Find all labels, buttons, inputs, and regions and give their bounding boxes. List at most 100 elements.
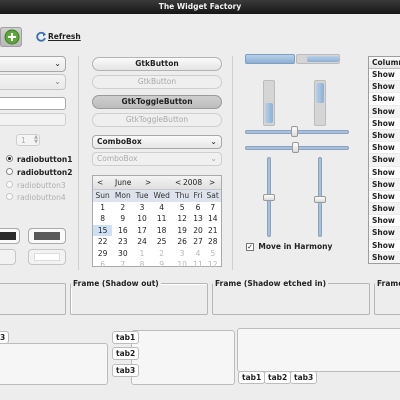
calendar-day[interactable]: 10	[173, 259, 192, 271]
calendar-day[interactable]: 13	[192, 213, 205, 225]
calendar-day[interactable]: 19	[173, 225, 192, 237]
calendar-day[interactable]: 3	[133, 202, 150, 214]
calendar-day[interactable]: 11	[151, 213, 173, 225]
tab-label: tab1	[242, 373, 262, 382]
calendar-day[interactable]: 23	[112, 236, 133, 248]
combo-entry[interactable]: ⌄	[0, 56, 66, 72]
calendar-day[interactable]: 2	[112, 202, 133, 214]
tab-3-left[interactable]: 3	[0, 331, 10, 344]
tab-1-right[interactable]: tab1	[238, 371, 266, 384]
color-button-2[interactable]	[28, 228, 66, 244]
prev-month-button[interactable]: <	[97, 178, 103, 187]
calendar-day[interactable]: 21	[204, 225, 221, 237]
hscale-2-knob[interactable]	[292, 142, 299, 153]
calendar-day[interactable]: 25	[151, 236, 173, 248]
tab-1-middle[interactable]: tab1	[112, 331, 140, 344]
calendar-day[interactable]: 8	[133, 259, 150, 271]
calendar-day[interactable]: 5	[204, 248, 221, 260]
list-item[interactable]: Show	[369, 154, 400, 167]
list-item[interactable]: Show	[369, 129, 400, 143]
tab-2-middle[interactable]: tab2	[112, 347, 140, 360]
refresh-button[interactable]: Refresh	[33, 27, 81, 47]
tab-3-middle[interactable]: tab3	[112, 364, 140, 377]
calendar-day[interactable]: 15	[93, 224, 113, 236]
next-month-button[interactable]: >	[145, 178, 151, 187]
calendar-day[interactable]: 8	[93, 213, 112, 225]
column-header[interactable]: Column	[369, 57, 400, 69]
calendar-day[interactable]: 4	[192, 248, 205, 260]
calendar-day[interactable]: 7	[204, 202, 221, 214]
calendar-day[interactable]: 6	[192, 202, 205, 214]
text-entry-disabled	[0, 113, 66, 126]
calendar-day[interactable]: 12	[204, 259, 221, 271]
list-item[interactable]: Show	[369, 93, 400, 106]
calendar-day[interactable]: 3	[173, 248, 192, 260]
list-item[interactable]: Show	[369, 69, 400, 82]
calendar-day[interactable]: 7	[112, 259, 133, 271]
calendar-day[interactable]: 28	[204, 236, 221, 248]
radio-label: radiobutton2	[17, 168, 73, 177]
add-button[interactable]	[0, 27, 22, 47]
list-item[interactable]: Show	[369, 203, 400, 216]
calendar-day[interactable]: 30	[112, 248, 133, 260]
prev-year-button[interactable]: <	[175, 178, 181, 187]
list-item[interactable]: Show	[369, 191, 400, 204]
text-entry[interactable]	[0, 97, 66, 110]
vscale-2-knob[interactable]	[314, 196, 326, 203]
calendar-day[interactable]: 29	[93, 248, 112, 260]
spin-button[interactable]: 1 ▲ ▼	[16, 134, 40, 146]
list-item[interactable]: Show	[369, 227, 400, 240]
calendar-day[interactable]: 27	[192, 236, 205, 248]
hscale-1-knob[interactable]	[291, 126, 298, 137]
calendar-day[interactable]: 1	[93, 202, 112, 214]
calendar-day[interactable]: 22	[93, 236, 112, 248]
list-item[interactable]: Show	[369, 178, 400, 191]
tree-view[interactable]: Column ShowShowShowShowShowShowShowShowS…	[368, 56, 400, 264]
list-item[interactable]: Show	[369, 142, 400, 155]
calendar-day[interactable]: 17	[133, 225, 150, 237]
radiobutton2[interactable]: radiobutton2	[6, 168, 72, 178]
toggle-button[interactable]: GtkToggleButton	[92, 95, 222, 109]
calendar-day[interactable]: 16	[112, 225, 133, 237]
combobox[interactable]: ComboBox ⌄	[92, 135, 222, 149]
calendar-day[interactable]: 6	[93, 259, 112, 271]
move-in-harmony-checkbox[interactable]: ✓ Move in Harmony	[246, 242, 332, 251]
radio-icon	[6, 181, 13, 188]
calendar-day[interactable]: 20	[192, 225, 205, 237]
calendar-day[interactable]: 10	[133, 213, 150, 225]
calendar-day[interactable]: 9	[112, 213, 133, 225]
calendar-day[interactable]: 26	[173, 236, 192, 248]
gtk-button[interactable]: GtkButton	[92, 57, 222, 71]
list-item[interactable]: Show	[369, 167, 400, 179]
list-item[interactable]: Show	[369, 105, 400, 118]
next-year-button[interactable]: >	[209, 178, 215, 187]
tab-2-right[interactable]: tab2	[264, 371, 292, 384]
calendar-day[interactable]: 14	[204, 213, 221, 225]
vscale-1-knob[interactable]	[263, 194, 275, 201]
calendar-day[interactable]: 4	[151, 202, 173, 214]
calendar: < June > < 2008 > Sun Mon Tue Wed Thu Fri Sat …	[92, 175, 222, 269]
calendar-day[interactable]: 24	[133, 236, 150, 248]
notebook-right-page	[237, 328, 400, 372]
list-item[interactable]: Show	[369, 118, 400, 130]
calendar-day[interactable]: 11	[192, 259, 205, 271]
calendar-day[interactable]: 9	[151, 259, 173, 271]
tab-label: tab3	[116, 366, 136, 375]
calendar-day[interactable]: 18	[151, 225, 173, 237]
list-item[interactable]: Show	[369, 81, 400, 94]
calendar-day[interactable]: 5	[173, 202, 192, 214]
tab-label: 3	[0, 333, 6, 342]
tab-3-right[interactable]: tab3	[290, 371, 318, 384]
frame-shadow-out-label: Frame (Shadow out)	[71, 279, 161, 288]
calendar-day[interactable]: 1	[133, 248, 150, 260]
radio-label: radiobutton3	[17, 181, 66, 190]
list-item[interactable]: Show	[369, 240, 400, 252]
calendar-day[interactable]: 12	[173, 213, 192, 225]
combobox-label: ComboBox	[97, 137, 142, 146]
calendar-day[interactable]: 2	[151, 248, 173, 260]
color-button-1[interactable]	[0, 228, 20, 244]
radiobutton1[interactable]: radiobutton1	[6, 155, 72, 165]
list-item[interactable]: Show	[369, 215, 400, 228]
chevron-down-icon: ⌄	[210, 154, 217, 163]
list-item[interactable]: Show	[369, 251, 400, 263]
